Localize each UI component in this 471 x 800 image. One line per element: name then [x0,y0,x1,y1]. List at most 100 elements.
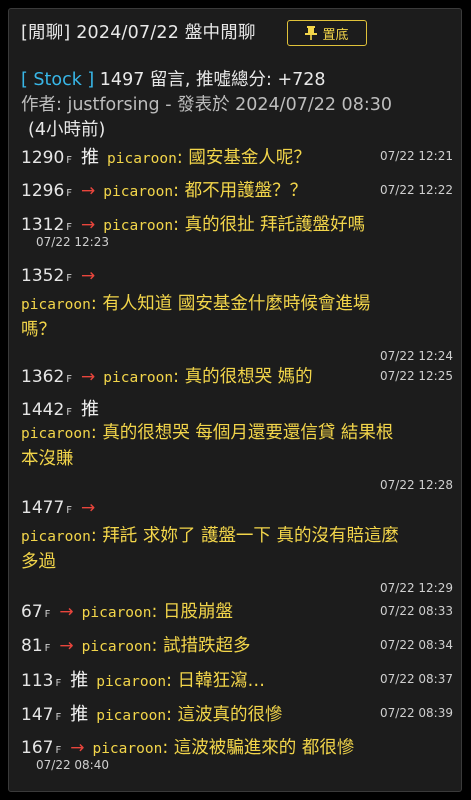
floor-suffix: F [66,188,73,199]
pin-icon [305,26,318,40]
comment-time: 07/22 08:40 [36,758,109,772]
comment-user[interactable]: picaroon [92,741,162,757]
floor-suffix: F [44,643,51,654]
push-icon: 推 [70,704,89,725]
comment-text-continued: 本沒賺 [21,449,74,469]
arrow-icon: → [81,181,96,201]
comment-text: 日股崩盤 [162,602,233,622]
comment-text: 真的很想哭 媽的 [184,367,313,387]
comment-text: 試措跌超多 [162,636,251,656]
floor-suffix: F [55,712,62,723]
comment-user[interactable]: picaroon [103,184,173,200]
comment-text: 真的很想哭 每個月還要還信貸 結果根 [102,423,394,443]
comment-user[interactable]: picaroon [82,605,152,621]
comment-time: 07/22 08:39 [380,706,453,720]
comment-colon: : [151,636,163,656]
floor-number: 1352 [21,266,65,286]
comment-text: 有人知道 國安基金什麼時候會進場 [102,294,371,314]
comment-floor: 147 F [21,705,61,725]
comment-colon: : [173,181,185,201]
comment-item: 113 F 推 picaroon: 日韓狂瀉… 07/22 08:37 [21,666,453,692]
floor-number: 81 [21,636,43,656]
comment-item: 1442 F 推 picaroon: 真的很想哭 每個月還要還信貸 結果根 本沒賺 07/… [21,395,453,492]
comment-floor: 1477 F [21,498,72,518]
floor-suffix: F [66,374,73,385]
arrow-icon: → [59,602,74,622]
arrow-icon: → [59,636,74,656]
arrow-icon: → [81,498,96,518]
comment-colon: : [173,367,185,387]
relative-time: (4小時前) [28,120,106,140]
comment-time: 07/22 12:25 [380,369,453,383]
floor-number: 1362 [21,367,65,387]
floor-number: 113 [21,671,54,691]
push-icon: 推 [70,670,89,691]
floor-suffix: F [55,678,62,689]
comment-user[interactable]: picaroon [107,151,177,167]
comment-item: 1352 F → picaroon: 有人知道 國安基金什麼時候會進場 嗎？ 07/22 … [21,266,453,363]
comment-body: picaroon: 拜託 求妳了 護盤一下 真的沒有賠這麼 [21,524,453,550]
post-title: [閒聊] 2024/07/22 盤中閒聊 [21,23,256,43]
comment-user[interactable]: picaroon [96,708,166,724]
comment-time: 07/22 08:37 [380,672,453,686]
floor-number: 1296 [21,181,65,201]
comment-item: 67 F → picaroon: 日股崩盤 07/22 08:33 [21,598,453,624]
floor-number: 1442 [21,400,65,420]
floor-suffix: F [66,505,73,516]
comment-colon: : [90,423,103,443]
comment-colon: : [173,215,185,235]
pin-label: 置底 [322,27,349,43]
comment-text: 日韓狂瀉… [177,671,266,691]
comment-text: 這波被騙進來的 都很慘 [173,738,355,758]
arrow-icon: → [70,738,85,758]
floor-number: 1312 [21,215,65,235]
comment-text: 真的很扯 拜託護盤好嗎 [184,215,366,235]
arrow-icon: → [81,266,96,286]
comment-floor: 67 F [21,602,50,622]
comment-item: 1312 F → picaroon: 真的很扯 拜託護盤好嗎 07/22 12:23 [21,211,453,249]
comment-time: 07/22 12:22 [380,183,453,197]
comment-colon: : [90,294,103,314]
comment-time: 07/22 08:34 [380,638,453,652]
floor-number: 147 [21,705,54,725]
comment-floor: 1290 F [21,148,72,168]
author-line: 作者: justforsing - 發表於 2024/07/22 08:30 [21,95,392,115]
floor-number: 1290 [21,148,65,168]
comment-item: 1296 F → picaroon: 都不用護盤？？ 07/22 12:22 [21,177,453,203]
comment-colon: : [166,671,178,691]
floor-suffix: F [66,273,73,284]
floor-suffix: F [66,222,73,233]
comment-text: 這波真的很慘 [177,705,283,725]
pin-to-bottom-button[interactable]: 置底 [287,20,367,46]
comment-item: 1290 F 推 picaroon: 國安基金人呢？ 07/22 12:21 [21,143,453,169]
comment-user[interactable]: picaroon [21,529,91,545]
comment-item: 147 F 推 picaroon: 這波真的很慘 07/22 08:39 [21,700,453,726]
push-icon: 推 [81,147,100,168]
comment-body: picaroon: 真的很想哭 每個月還要還信貸 結果根 [21,421,453,447]
comment-text-continued: 多過 [21,552,56,572]
floor-suffix: F [44,609,51,620]
comment-time: 07/22 12:29 [380,581,453,595]
floor-suffix: F [66,407,73,418]
board-tag[interactable]: [ Stock ] [21,70,94,90]
comment-stats: 1497 留言, 推噓總分: +728 [99,70,326,90]
comment-body: picaroon: 有人知道 國安基金什麼時候會進場 [21,292,453,318]
comment-user[interactable]: picaroon [21,426,91,442]
comment-user[interactable]: picaroon [82,639,152,655]
comment-time: 07/22 12:24 [380,349,453,363]
comment-colon: : [90,526,103,546]
comment-item: 1362 F → picaroon: 真的很想哭 媽的 07/22 12:25 [21,363,453,389]
comment-user[interactable]: picaroon [21,297,91,313]
comment-text: 國安基金人呢？ [188,148,311,168]
arrow-icon: → [81,367,96,387]
floor-number: 1477 [21,498,65,518]
comment-user[interactable]: picaroon [103,370,173,386]
comment-floor: 1362 F [21,367,72,387]
comment-floor: 81 F [21,636,50,656]
comment-floor: 167 F [21,738,61,758]
floor-number: 67 [21,602,43,622]
comment-user[interactable]: picaroon [103,218,173,234]
comment-time: 07/22 12:28 [380,478,453,492]
comment-time: 07/22 08:33 [380,604,453,618]
comment-user[interactable]: picaroon [96,674,166,690]
